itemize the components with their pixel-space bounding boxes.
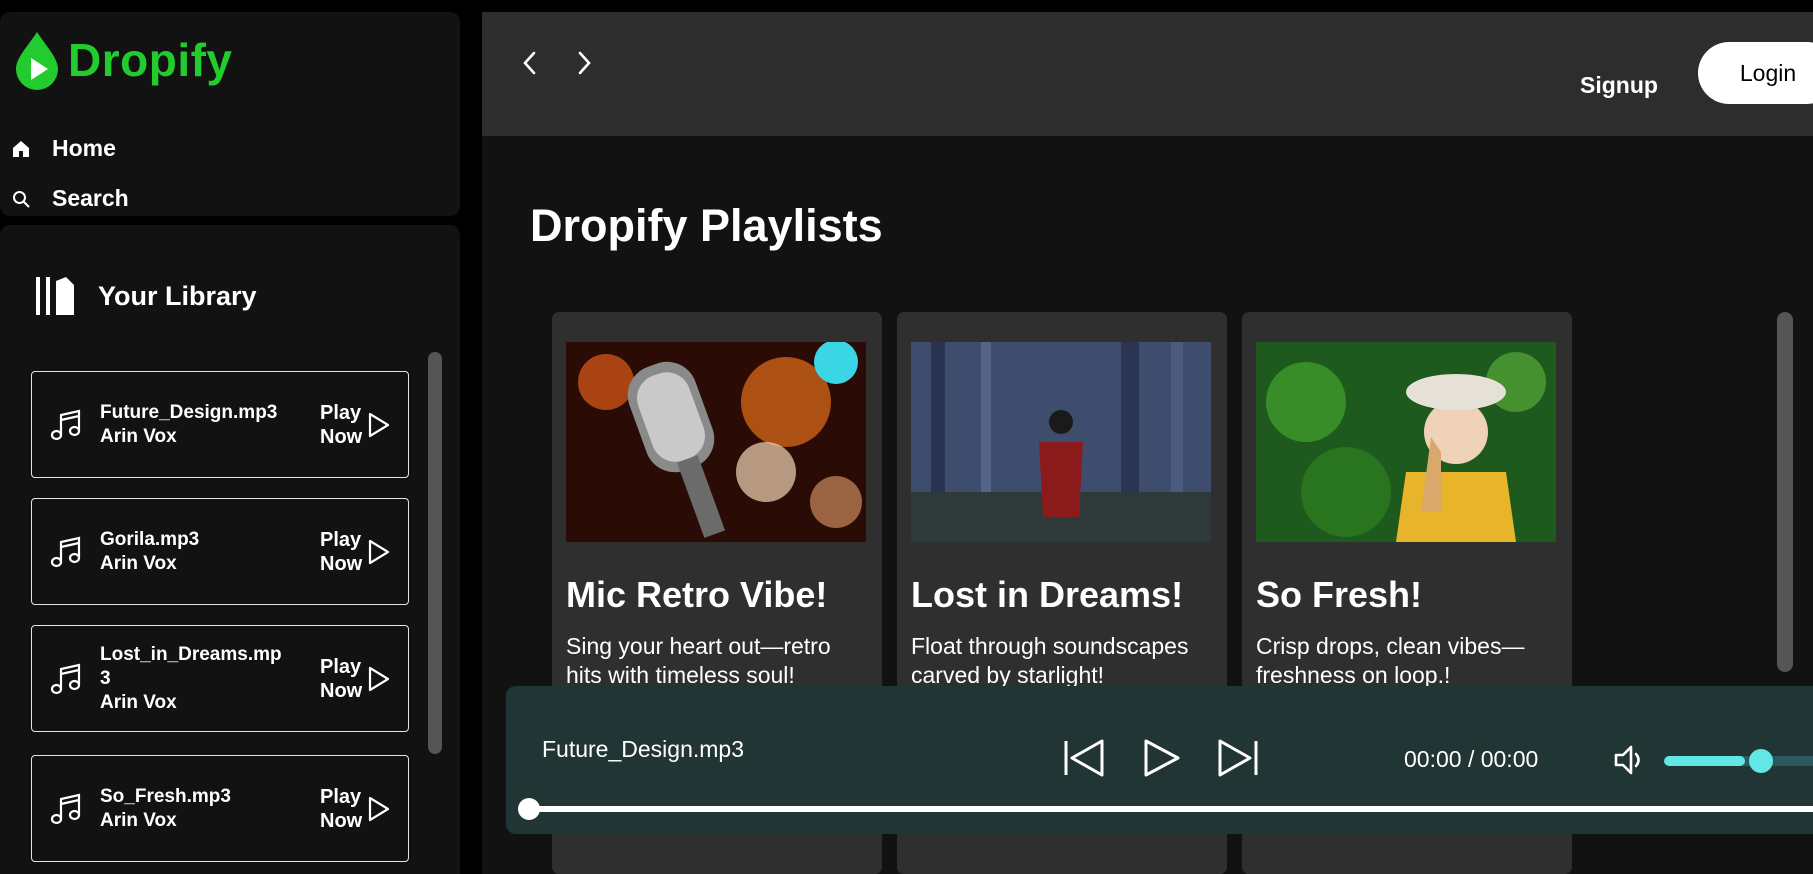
volume-knob[interactable] — [1749, 749, 1773, 773]
volume-icon — [1614, 745, 1640, 775]
nav-search-label: Search — [52, 185, 129, 211]
play-icon — [1144, 739, 1180, 777]
chevron-left-icon — [523, 51, 536, 75]
playlist-name: Lost in Dreams! — [911, 574, 1184, 615]
previous-button[interactable] — [1062, 738, 1106, 783]
song-meta: So_Fresh.mp3 Arin Vox — [100, 785, 286, 833]
song-artist: Arin Vox — [100, 691, 177, 713]
volume-button[interactable] — [1612, 742, 1648, 783]
music-note-icon — [50, 536, 81, 567]
song-meta: Future_Design.mp3 Arin Vox — [100, 401, 286, 449]
top-bar: Signup Login — [482, 12, 1813, 136]
back-button[interactable] — [520, 50, 540, 81]
time-display: 00:00 / 00:00 — [1404, 746, 1539, 772]
play-now-label: Play Now — [320, 528, 363, 575]
brand-name: Dropify — [68, 34, 233, 86]
play-icon — [368, 539, 390, 564]
play-icon — [368, 796, 390, 821]
song-card[interactable]: Lost_in_Dreams.mp3 Arin Vox Play Now — [31, 625, 409, 732]
song-card[interactable]: Gorila.mp3 Arin Vox Play Now — [31, 498, 409, 605]
playlist-name: So Fresh! — [1256, 574, 1423, 615]
playlist-desc: Sing your heart out—retro hits with time… — [566, 633, 831, 688]
play-icon — [368, 412, 390, 437]
playlist-cover — [911, 342, 1211, 542]
play-now-label: Play Now — [320, 401, 363, 448]
song-artist: Arin Vox — [100, 809, 177, 831]
song-file: Future_Design.mp3 — [100, 401, 278, 423]
play-button[interactable] — [1142, 738, 1182, 783]
library-icon — [36, 277, 74, 315]
play-icon — [368, 666, 390, 691]
chevron-right-icon — [578, 51, 591, 75]
music-note-icon — [50, 409, 81, 440]
volume-slider[interactable] — [1664, 756, 1813, 766]
song-file: So_Fresh.mp3 — [100, 785, 231, 807]
seek-knob[interactable] — [518, 798, 540, 820]
play-now-button[interactable]: Play Now — [320, 785, 390, 833]
main-scrollbar[interactable] — [1777, 312, 1793, 672]
library-header[interactable]: Your Library — [34, 275, 257, 317]
seek-bar[interactable] — [530, 806, 1813, 812]
skip-previous-icon — [1064, 739, 1104, 777]
nav-search[interactable]: Search — [12, 185, 129, 212]
search-icon — [13, 190, 30, 208]
song-card[interactable]: So_Fresh.mp3 Arin Vox Play Now — [31, 755, 409, 862]
home-icon — [13, 140, 29, 157]
volume-fill — [1664, 756, 1745, 766]
playlist-desc: Crisp drops, clean vibes—freshness on lo… — [1256, 633, 1525, 688]
play-now-button[interactable]: Play Now — [320, 528, 390, 576]
nature-cover-image — [1256, 342, 1556, 542]
play-now-label: Play Now — [320, 655, 363, 702]
playlist-name: Mic Retro Vibe! — [566, 574, 828, 615]
player-bar: Future_Design.mp3 00:00 / 00:00 — [506, 686, 1813, 834]
brand-logo[interactable]: Dropify — [14, 30, 233, 90]
song-meta: Gorila.mp3 Arin Vox — [100, 528, 286, 576]
playlist-cover — [1256, 342, 1556, 542]
nav-home-label: Home — [52, 135, 116, 161]
skip-next-icon — [1218, 739, 1258, 777]
song-meta: Lost_in_Dreams.mp3 Arin Vox — [100, 643, 286, 715]
music-note-icon — [50, 793, 81, 824]
play-now-label: Play Now — [320, 785, 363, 832]
next-button[interactable] — [1216, 738, 1260, 783]
page-title: Dropify Playlists — [530, 200, 883, 251]
song-artist: Arin Vox — [100, 552, 177, 574]
music-note-icon — [50, 663, 81, 694]
login-button[interactable]: Login — [1698, 42, 1813, 104]
library-title: Your Library — [98, 280, 257, 311]
nav-home[interactable]: Home — [12, 135, 116, 162]
song-file: Gorila.mp3 — [100, 528, 200, 550]
forest-cover-image — [911, 342, 1211, 542]
playlist-desc: Float through soundscapes carved by star… — [911, 633, 1189, 688]
playlist-cover — [566, 342, 866, 542]
forward-button[interactable] — [574, 50, 594, 81]
library-panel: Your Library Future_Design.mp3 Arin Vox … — [0, 225, 460, 874]
microphone-cover-image — [566, 342, 866, 542]
play-now-button[interactable]: Play Now — [320, 655, 390, 703]
signup-button[interactable]: Signup — [1580, 72, 1658, 99]
song-artist: Arin Vox — [100, 425, 177, 447]
sidebar-nav: Dropify Home Search — [0, 12, 460, 216]
song-file: Lost_in_Dreams.mp3 — [100, 643, 282, 689]
library-scrollbar[interactable] — [428, 352, 442, 754]
play-now-button[interactable]: Play Now — [320, 401, 390, 449]
song-card[interactable]: Future_Design.mp3 Arin Vox Play Now — [31, 371, 409, 478]
now-playing-title: Future_Design.mp3 — [542, 736, 744, 762]
drop-play-icon — [16, 32, 58, 90]
